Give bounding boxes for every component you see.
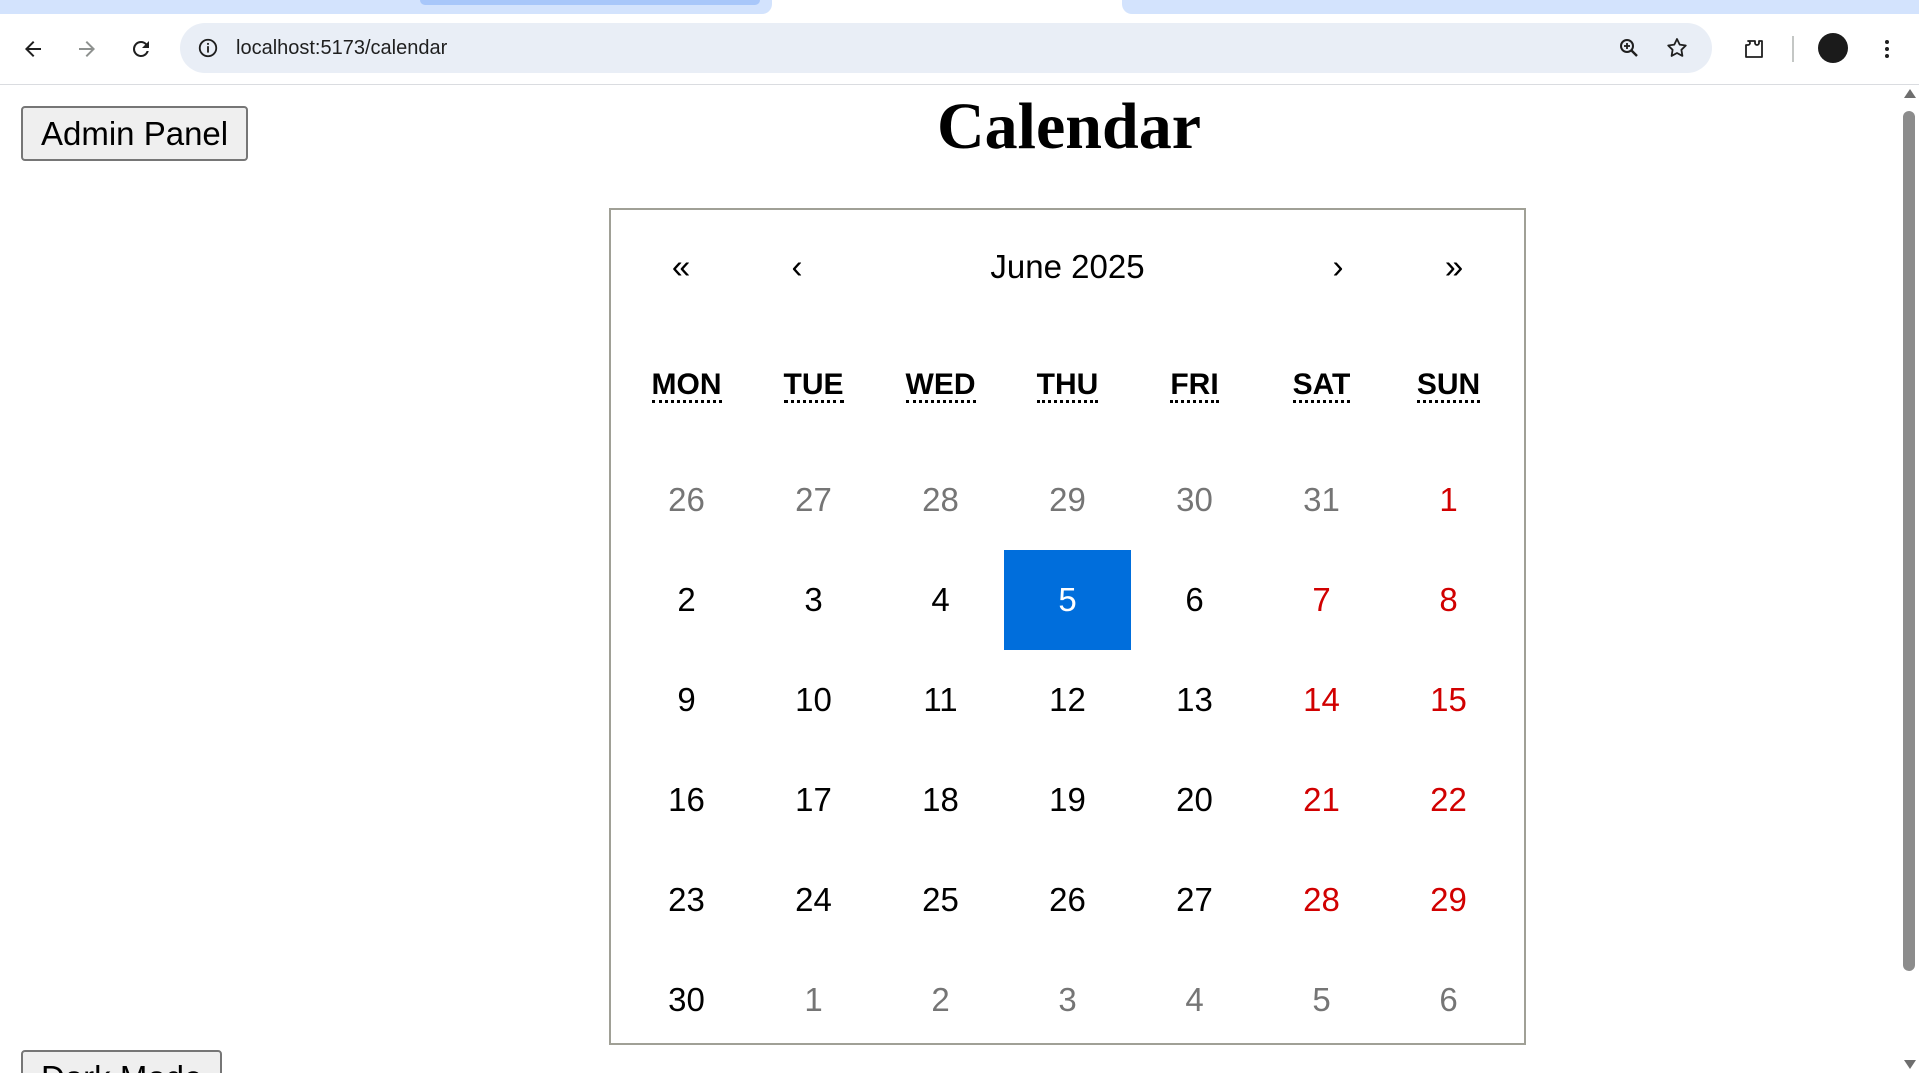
weekday-wed: WED xyxy=(877,360,1004,410)
day-cell[interactable]: 20 xyxy=(1131,750,1258,850)
day-cell[interactable]: 15 xyxy=(1385,650,1512,750)
day-cell[interactable]: 3 xyxy=(750,550,877,650)
day-cell[interactable]: 7 xyxy=(1258,550,1385,650)
zoom-icon[interactable] xyxy=(1614,33,1644,63)
more-menu-icon[interactable] xyxy=(1872,34,1902,64)
page-content: Admin Panel Calendar « ‹ June 2025 › » M… xyxy=(0,85,1900,1073)
weekday-label: MON xyxy=(651,368,722,403)
day-cell[interactable]: 13 xyxy=(1131,650,1258,750)
day-cell[interactable]: 31 xyxy=(1258,450,1385,550)
scroll-thumb[interactable] xyxy=(1903,111,1915,971)
scroll-down-arrow-icon[interactable] xyxy=(1904,1060,1916,1069)
weekday-mon: MON xyxy=(623,360,750,410)
active-tab-indicator[interactable] xyxy=(420,0,760,5)
day-cell[interactable]: 26 xyxy=(623,450,750,550)
day-cell[interactable]: 5 xyxy=(1258,950,1385,1050)
day-cell[interactable]: 29 xyxy=(1385,850,1512,950)
page-scrollbar[interactable] xyxy=(1900,85,1919,1073)
day-cell[interactable]: 27 xyxy=(1131,850,1258,950)
bookmark-star-icon[interactable] xyxy=(1662,33,1692,63)
browser-toolbar: localhost:5173/calendar xyxy=(0,14,1919,85)
weekday-label: TUE xyxy=(783,368,844,403)
weekday-tue: TUE xyxy=(750,360,877,410)
page-title: Calendar xyxy=(937,90,1201,163)
weekday-fri: FRI xyxy=(1131,360,1258,410)
day-cell[interactable]: 24 xyxy=(750,850,877,950)
weekday-label: SUN xyxy=(1416,368,1481,403)
day-cell[interactable]: 2 xyxy=(623,550,750,650)
forward-arrow-icon[interactable] xyxy=(72,34,102,64)
extensions-icon[interactable] xyxy=(1739,34,1769,64)
day-cell[interactable]: 9 xyxy=(623,650,750,750)
day-cell[interactable]: 22 xyxy=(1385,750,1512,850)
day-cell[interactable]: 3 xyxy=(1004,950,1131,1050)
site-info-icon[interactable] xyxy=(194,34,222,62)
tab-strip-right xyxy=(1122,0,1919,14)
tab-strip-left xyxy=(0,0,772,14)
day-cell[interactable]: 30 xyxy=(1131,450,1258,550)
tab-strip xyxy=(0,0,1919,14)
weekday-label: WED xyxy=(905,368,976,403)
day-cell[interactable]: 1 xyxy=(750,950,877,1050)
profile-avatar[interactable] xyxy=(1818,33,1848,63)
next-month-button[interactable]: › xyxy=(1280,222,1396,312)
address-bar[interactable]: localhost:5173/calendar xyxy=(180,23,1712,73)
month-label-button[interactable]: June 2025 xyxy=(855,222,1280,312)
day-cell[interactable]: 30 xyxy=(623,950,750,1050)
day-cell[interactable]: 6 xyxy=(1385,950,1512,1050)
day-cell[interactable]: 28 xyxy=(1258,850,1385,950)
day-cell-today[interactable]: 5 xyxy=(1004,550,1131,650)
weekday-sun: SUN xyxy=(1385,360,1512,410)
day-cell[interactable]: 10 xyxy=(750,650,877,750)
weekday-sat: SAT xyxy=(1258,360,1385,410)
day-cell[interactable]: 26 xyxy=(1004,850,1131,950)
day-cell[interactable]: 17 xyxy=(750,750,877,850)
prev-month-button[interactable]: ‹ xyxy=(739,222,855,312)
day-cell[interactable]: 4 xyxy=(1131,950,1258,1050)
calendar-widget: « ‹ June 2025 › » MON TUE WED THU FRI SA… xyxy=(609,208,1526,1045)
day-cell[interactable]: 12 xyxy=(1004,650,1131,750)
day-cell[interactable]: 27 xyxy=(750,450,877,550)
calendar-navigation: « ‹ June 2025 › » xyxy=(623,222,1512,312)
weekday-label: FRI xyxy=(1170,368,1219,403)
day-grid: 26 27 28 29 30 31 1 2 3 4 5 6 7 8 9 10 11 12 13 14 15 16 17 18 1… xyxy=(623,450,1512,1050)
next-year-button[interactable]: » xyxy=(1396,222,1512,312)
dark-mode-button[interactable]: Dark Mode xyxy=(21,1050,223,1073)
prev-year-button[interactable]: « xyxy=(623,222,739,312)
weekday-thu: THU xyxy=(1004,360,1131,410)
url-text[interactable]: localhost:5173/calendar xyxy=(236,23,447,73)
day-cell[interactable]: 8 xyxy=(1385,550,1512,650)
reload-icon[interactable] xyxy=(126,34,156,64)
scroll-up-arrow-icon[interactable] xyxy=(1904,89,1916,98)
day-cell[interactable]: 19 xyxy=(1004,750,1131,850)
day-cell[interactable]: 11 xyxy=(877,650,1004,750)
back-arrow-icon[interactable] xyxy=(18,34,48,64)
weekday-label: SAT xyxy=(1292,368,1351,403)
weekday-header: MON TUE WED THU FRI SAT SUN xyxy=(623,360,1512,410)
day-cell[interactable]: 25 xyxy=(877,850,1004,950)
day-cell[interactable]: 23 xyxy=(623,850,750,950)
day-cell[interactable]: 2 xyxy=(877,950,1004,1050)
day-cell[interactable]: 21 xyxy=(1258,750,1385,850)
weekday-label: THU xyxy=(1036,368,1099,403)
day-cell[interactable]: 16 xyxy=(623,750,750,850)
day-cell[interactable]: 6 xyxy=(1131,550,1258,650)
day-cell[interactable]: 28 xyxy=(877,450,1004,550)
day-cell[interactable]: 29 xyxy=(1004,450,1131,550)
day-cell[interactable]: 4 xyxy=(877,550,1004,650)
day-cell[interactable]: 18 xyxy=(877,750,1004,850)
toolbar-divider xyxy=(1792,36,1794,62)
day-cell[interactable]: 14 xyxy=(1258,650,1385,750)
day-cell[interactable]: 1 xyxy=(1385,450,1512,550)
